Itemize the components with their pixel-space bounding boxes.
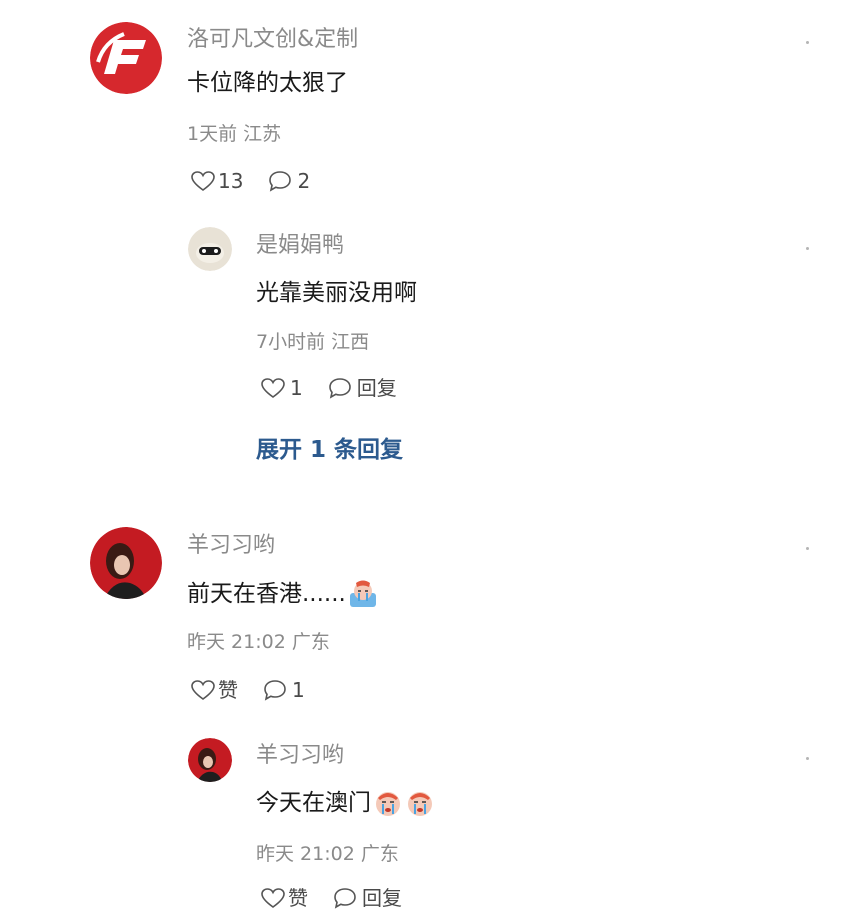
reply-label: 回复	[356, 376, 397, 400]
like-button[interactable]: 赞	[260, 886, 308, 910]
comment-actions: 13 2	[190, 169, 310, 193]
reply-meta: 昨天 21:02 广东	[256, 843, 399, 865]
like-button[interactable]: 1	[260, 376, 303, 400]
cartoon-avatar-icon[interactable]	[188, 227, 232, 271]
reply-count: 2	[297, 169, 311, 193]
comment-text-content: 前天在香港......	[187, 581, 346, 607]
reply-button[interactable]: 2	[267, 169, 310, 193]
comment-item: 洛可凡文创&定制 卡位降的太狠了 1天前 江苏 13 2	[0, 0, 852, 210]
reply-item: 羊习习哟 今天在澳门 昨天 21:02 广东 赞 回复	[0, 720, 852, 910]
crying-face-emoji	[376, 792, 400, 816]
comment-bubble-icon	[269, 171, 292, 192]
reply-count: 1	[292, 678, 305, 702]
heart-icon	[191, 171, 215, 191]
like-button[interactable]: 13	[190, 169, 243, 193]
comment-author[interactable]: 羊习习哟	[187, 533, 275, 559]
like-button[interactable]: 赞	[190, 678, 238, 702]
like-label: 赞	[218, 678, 238, 702]
more-options-icon[interactable]	[806, 547, 809, 550]
comment-meta: 1天前 江苏	[187, 123, 282, 145]
more-options-icon[interactable]	[806, 41, 809, 44]
heart-icon	[261, 378, 285, 398]
reply-author[interactable]: 羊习习哟	[256, 743, 344, 769]
reply-button[interactable]: 1	[262, 678, 305, 702]
portrait-avatar-icon[interactable]	[90, 527, 162, 599]
reply-actions: 1 回复	[260, 376, 397, 400]
reply-text: 光靠美丽没用啊	[256, 280, 417, 306]
heart-icon	[261, 888, 285, 908]
comment-author[interactable]: 洛可凡文创&定制	[187, 27, 358, 53]
more-options-icon[interactable]	[806, 247, 809, 250]
comment-text: 卡位降的太狠了	[187, 70, 348, 96]
brand-f-logo-icon[interactable]	[90, 22, 162, 94]
comment-meta: 昨天 21:02 广东	[187, 631, 330, 653]
reply-author[interactable]: 是娟娟鸭	[256, 233, 344, 259]
crying-face-emoji	[349, 580, 376, 607]
reply-meta: 7小时前 江西	[256, 331, 370, 353]
portrait-avatar-icon[interactable]	[188, 738, 232, 782]
expand-replies-link[interactable]: 展开 1 条回复	[256, 436, 403, 464]
crying-face-emoji	[408, 792, 432, 816]
comment-bubble-icon	[334, 888, 356, 909]
comment-bubble-icon	[328, 378, 351, 399]
like-count: 13	[218, 169, 244, 193]
reply-button[interactable]: 回复	[332, 886, 402, 910]
reply-label: 回复	[362, 886, 402, 910]
more-options-icon[interactable]	[806, 757, 809, 760]
reply-item: 是娟娟鸭 光靠美丽没用啊 7小时前 江西 1 回复 展开 1 条回复	[0, 210, 852, 470]
reply-button[interactable]: 回复	[327, 376, 397, 400]
comment-item: 羊习习哟 前天在香港...... 昨天 21:02 广东 赞 1	[0, 510, 852, 730]
comment-actions: 赞 1	[190, 678, 305, 702]
like-count: 1	[290, 376, 303, 400]
reply-actions: 赞 回复	[260, 886, 402, 910]
comment-text: 前天在香港......	[187, 579, 378, 609]
heart-icon	[191, 680, 215, 700]
reply-text: 今天在澳门	[256, 788, 435, 818]
comment-bubble-icon	[264, 680, 286, 701]
like-label: 赞	[288, 886, 308, 910]
reply-text-content: 今天在澳门	[256, 790, 371, 816]
